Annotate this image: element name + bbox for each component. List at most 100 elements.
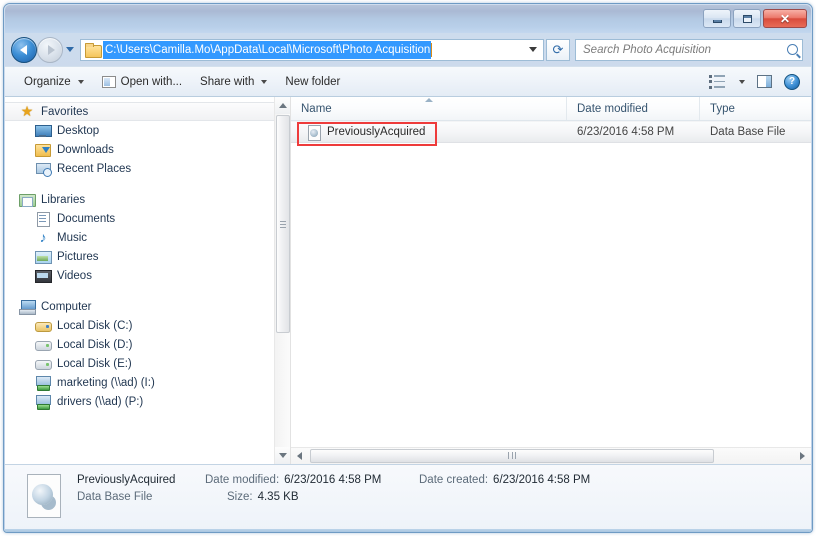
column-label: Date modified [577, 102, 648, 115]
disk-icon [35, 337, 52, 352]
database-file-icon [307, 124, 321, 141]
sidebar-item-label: Recent Places [57, 162, 132, 175]
sidebar-item-documents[interactable]: Documents [5, 209, 290, 228]
sidebar-item-marketing-drive[interactable]: marketing (\\ad) (I:) [5, 373, 290, 392]
forward-arrow-icon [47, 44, 55, 55]
open-with-button[interactable]: Open with... [93, 72, 191, 92]
help-button[interactable]: ? [779, 70, 805, 94]
scroll-left-button[interactable] [291, 448, 308, 465]
refresh-icon: ⟳ [552, 41, 564, 57]
search-icon [787, 44, 798, 55]
column-label: Type [710, 102, 735, 115]
back-button[interactable] [11, 36, 37, 63]
column-header-type[interactable]: Type [700, 97, 811, 120]
navigation-scrollbar-thumb[interactable] [276, 115, 290, 333]
sidebar-item-libraries[interactable]: Libraries [5, 190, 290, 209]
network-drive-icon [35, 375, 51, 391]
explorer-body: ★ Favorites Desktop Downloads Recent Pla… [5, 97, 811, 464]
details-name-line: PreviouslyAcquired [77, 474, 205, 486]
sidebar-item-favorites[interactable]: ★ Favorites [5, 102, 278, 121]
navigation-scrollbar[interactable] [274, 97, 290, 464]
sidebar-item-label: Favorites [41, 105, 89, 118]
preview-pane-button[interactable] [752, 71, 777, 92]
sidebar-item-local-disk-c[interactable]: Local Disk (C:) [5, 316, 290, 335]
sidebar-item-desktop[interactable]: Desktop [5, 121, 290, 140]
triangle-left-icon [297, 452, 302, 460]
network-drive-icon [35, 394, 51, 410]
sidebar-item-music[interactable]: ♪ Music [5, 228, 290, 247]
chevron-down-icon [261, 79, 268, 84]
refresh-button[interactable]: ⟳ [546, 38, 570, 61]
close-button[interactable]: ✕ [763, 9, 807, 28]
window-controls: ✕ [703, 9, 807, 28]
explorer-window: ✕ C:\Users\Camilla.Mo\AppData\Local\Micr… [3, 3, 813, 533]
sidebar-item-local-disk-e[interactable]: Local Disk (E:) [5, 354, 290, 373]
sidebar-item-recent-places[interactable]: Recent Places [5, 159, 290, 178]
navigation-list: ★ Favorites Desktop Downloads Recent Pla… [5, 97, 290, 411]
sidebar-item-label: Local Disk (D:) [57, 338, 133, 351]
sort-ascending-icon [424, 98, 433, 102]
recent-pages-button[interactable] [63, 37, 77, 63]
file-date-modified-cell: 6/23/2016 4:58 PM [567, 126, 700, 138]
sidebar-item-label: drivers (\\ad) (P:) [57, 395, 144, 408]
scroll-right-button[interactable] [794, 448, 811, 465]
preview-pane-icon [757, 75, 772, 88]
pictures-icon [35, 249, 52, 264]
help-icon: ? [784, 73, 800, 90]
sidebar-item-computer[interactable]: Computer [5, 297, 290, 316]
address-path-text: C:\Users\Camilla.Mo\AppData\Local\Micros… [103, 40, 432, 59]
downloads-icon [35, 142, 51, 157]
file-list-horizontal-scrollbar[interactable] [291, 447, 811, 464]
file-name-cell[interactable]: PreviouslyAcquired [291, 124, 567, 141]
horizontal-scroll-track[interactable] [308, 448, 794, 465]
new-folder-button[interactable]: New folder [276, 72, 349, 92]
scroll-up-button[interactable] [275, 97, 290, 114]
open-with-icon [101, 75, 116, 88]
triangle-down-icon [279, 453, 287, 458]
address-input[interactable]: C:\Users\Camilla.Mo\AppData\Local\Micros… [80, 38, 544, 61]
column-headers: Name Date modified Type [291, 97, 811, 121]
sidebar-item-label: marketing (\\ad) (I:) [57, 376, 155, 389]
sidebar-item-local-disk-d[interactable]: Local Disk (D:) [5, 335, 290, 354]
details-file-name: PreviouslyAcquired [77, 474, 176, 486]
organize-button[interactable]: Organize [15, 72, 93, 92]
change-view-button[interactable] [704, 71, 730, 93]
horizontal-scrollbar-thumb[interactable] [310, 448, 714, 463]
table-row[interactable]: PreviouslyAcquired 6/23/2016 4:58 PM Dat… [291, 121, 811, 146]
maximize-button[interactable] [733, 9, 761, 28]
address-bar-row: C:\Users\Camilla.Mo\AppData\Local\Micros… [5, 33, 811, 66]
address-dropdown-button[interactable] [525, 40, 541, 60]
sidebar-item-videos[interactable]: Videos [5, 266, 290, 285]
share-with-button[interactable]: Share with [191, 72, 276, 92]
minimize-button[interactable] [703, 9, 731, 28]
navigation-pane: ★ Favorites Desktop Downloads Recent Pla… [5, 97, 291, 464]
grip-icon [280, 220, 286, 228]
search-box[interactable]: Search Photo Acquisition [575, 38, 803, 61]
share-with-label: Share with [200, 75, 255, 88]
details-modified-block: Date modified: 6/23/2016 4:58 PM Size: 4… [205, 474, 419, 503]
command-toolbar: Organize Open with... Share with New fol… [5, 66, 811, 97]
scroll-down-button[interactable] [275, 447, 290, 464]
sidebar-item-pictures[interactable]: Pictures [5, 247, 290, 266]
grip-icon [508, 452, 516, 459]
chevron-down-icon [739, 79, 745, 84]
details-created-block: Date created: 6/23/2016 4:58 PM [419, 474, 590, 503]
database-file-large-icon [23, 474, 65, 518]
file-name-label: PreviouslyAcquired [327, 126, 426, 138]
sidebar-item-drivers-drive[interactable]: drivers (\\ad) (P:) [5, 392, 290, 411]
sidebar-separator [5, 285, 290, 297]
view-dropdown-button[interactable] [732, 76, 750, 88]
search-input[interactable]: Search Photo Acquisition [583, 44, 787, 56]
column-header-date-modified[interactable]: Date modified [567, 97, 700, 120]
minimize-icon [712, 19, 722, 23]
sidebar-item-downloads[interactable]: Downloads [5, 140, 290, 159]
sidebar-item-label: Pictures [57, 250, 99, 263]
view-layout-icon [709, 75, 725, 89]
details-columns: PreviouslyAcquired Data Base File Date m… [77, 474, 811, 503]
column-label: Name [301, 102, 332, 115]
column-header-name[interactable]: Name [291, 97, 567, 120]
back-arrow-icon [19, 44, 27, 55]
details-date-modified-value: 6/23/2016 4:58 PM [284, 474, 382, 486]
forward-button[interactable] [37, 36, 63, 63]
window-bottom-edge [5, 529, 811, 532]
